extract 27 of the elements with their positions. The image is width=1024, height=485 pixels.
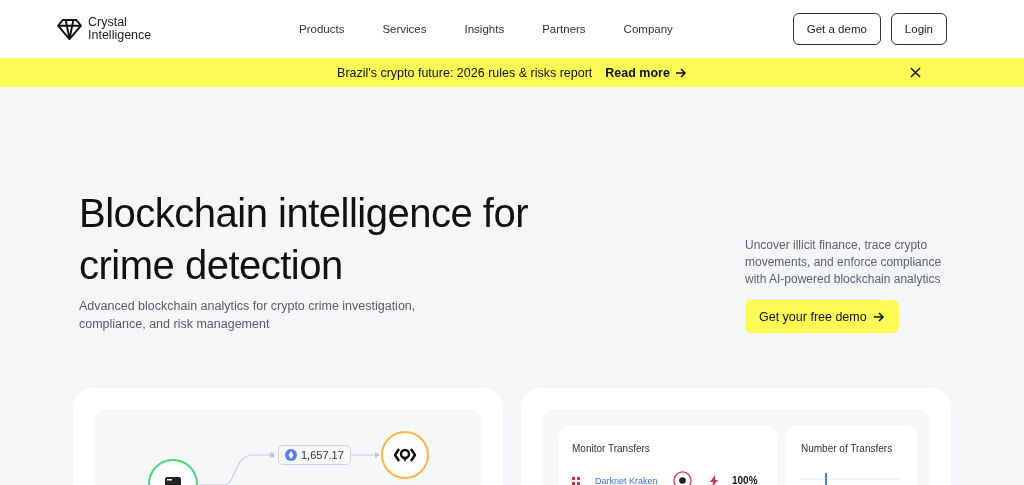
hero-subtitle: Advanced blockchain analytics for crypto crime investigation, compliance, and risk management — [79, 298, 417, 333]
login-button[interactable]: Login — [890, 13, 947, 45]
nav-link[interactable]: Products — [299, 23, 345, 35]
hero-title: Blockchain intelligence for crime detection — [79, 190, 529, 289]
lightning-icon — [710, 474, 718, 485]
nav-link[interactable]: Services — [382, 23, 427, 35]
free-demo-button[interactable]: Get your free demo — [745, 300, 899, 333]
panel-title: Number of Transfers — [801, 443, 894, 454]
hero-description: Uncover illicit finance, trace crypto movements, and enforce compliance with AI-powered blockchain analytics — [745, 237, 943, 288]
arrow-icon — [872, 310, 885, 323]
entity-link[interactable]: Darknet Kraken — [595, 475, 655, 485]
location-icon — [394, 447, 416, 463]
demo-button[interactable]: Get a demo — [792, 13, 881, 45]
risk-score: 100% — [732, 475, 758, 485]
read-more-link[interactable]: Read more — [605, 65, 687, 80]
grid-icon — [572, 476, 580, 485]
panel-title: Monitor Transfers — [572, 443, 651, 454]
nav-link[interactable]: Partners — [542, 23, 586, 35]
logo-text[interactable]: Crystal Intelligence — [88, 16, 152, 42]
banner-text: Brazil's crypto future: 2026 rules & risks report — [337, 65, 593, 80]
diamond-logo-icon — [57, 18, 82, 40]
arrow-icon — [674, 66, 687, 79]
amount-value: 1,657.17 — [301, 449, 344, 461]
ethereum-icon — [285, 449, 297, 461]
nav-link[interactable]: Company — [623, 23, 673, 35]
close-icon[interactable] — [910, 67, 921, 78]
nav-link[interactable]: Insights — [464, 23, 505, 35]
